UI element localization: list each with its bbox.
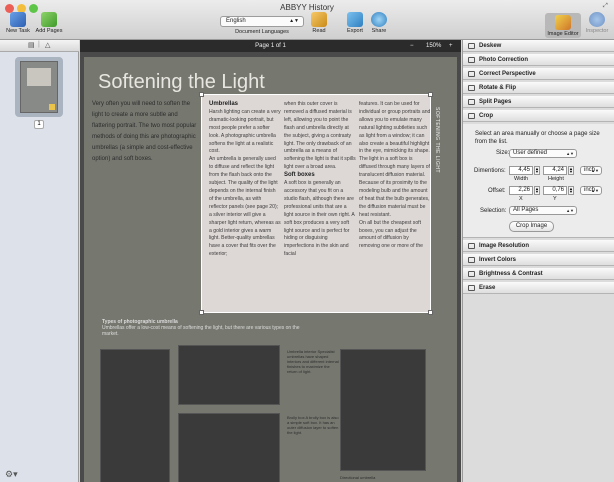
text-column-3: features. It can be used for individual … <box>359 101 431 250</box>
crop-icon <box>468 113 475 119</box>
language-select[interactable]: English ▲▼ <box>220 16 304 27</box>
read-icon <box>311 12 327 27</box>
gear-icon[interactable]: ⚙▾ <box>5 469 18 480</box>
width-stepper[interactable]: ▲ ▼ <box>534 166 540 175</box>
page-list-icon[interactable]: ▤ <box>28 41 35 49</box>
height-field[interactable]: 4,24 <box>543 166 567 175</box>
page-thumbnails-pane: ▤ | △ 1 ⚙▾ <box>0 40 79 482</box>
umbrella-photo-4 <box>340 349 426 471</box>
page-number-label: 1 <box>34 120 44 129</box>
crop-panel: Select an area manually or choose a page… <box>463 124 614 238</box>
text-column-1: Umbrellas Harsh lighting can create a ve… <box>209 101 281 258</box>
section-image-resolution[interactable]: Image Resolution <box>463 240 614 252</box>
invert-icon <box>468 257 475 263</box>
info-icon <box>589 12 605 27</box>
image-editor-icon <box>555 15 571 30</box>
offset-y-stepper[interactable]: ▲ ▼ <box>568 186 574 195</box>
dimension-unit-select[interactable]: inch ▲▼ <box>580 166 602 175</box>
crop-selection[interactable]: Umbrellas Harsh lighting can create a ve… <box>199 92 433 315</box>
export-icon <box>347 12 363 27</box>
crop-description: Select an area manually or choose a page… <box>475 131 600 145</box>
section-split-pages[interactable]: Split Pages <box>463 96 614 108</box>
page-indicator: Page 1 of 1 <box>255 43 286 49</box>
window-title: ABBYY History <box>280 3 334 12</box>
split-pages-icon <box>468 99 475 105</box>
lower-section: Types of photographic umbrella Umbrellas… <box>102 319 300 337</box>
crop-handle-top-left[interactable] <box>199 92 204 97</box>
photo-correction-icon <box>468 57 475 63</box>
height-stepper[interactable]: ▲ ▼ <box>568 166 574 175</box>
intro-text: Very often you will need to soften the l… <box>92 101 197 162</box>
page-heading: Softening the Light <box>98 71 265 93</box>
section-deskew[interactable]: Deskew <box>463 40 614 52</box>
chevron-down-icon: ▲▼ <box>566 208 574 213</box>
crop-handle-top-right[interactable] <box>428 92 433 97</box>
warnings-icon[interactable]: △ <box>45 41 50 49</box>
section-erase[interactable]: Erase <box>463 282 614 294</box>
section-correct-perspective[interactable]: Correct Perspective <box>463 68 614 80</box>
share-button[interactable]: Share <box>368 12 390 34</box>
perspective-icon <box>468 71 475 77</box>
caption-directional: Directional umbrella <box>340 475 376 480</box>
chevron-down-icon: ▲▼ <box>289 18 299 24</box>
globe-icon <box>371 12 387 27</box>
eraser-icon <box>468 285 475 291</box>
image-editor-button[interactable]: Image Editor <box>545 13 581 38</box>
section-photo-correction[interactable]: Photo Correction <box>463 54 614 66</box>
chevron-down-icon: ▲▼ <box>566 151 574 156</box>
caption-brolly-box: Brolly box A brolly box is also a simple… <box>287 415 339 435</box>
section-invert-colors[interactable]: Invert Colors <box>463 254 614 266</box>
add-pages-icon <box>41 12 57 27</box>
zoom-out-button[interactable]: − <box>410 40 414 52</box>
app-window: ABBYY History ⤢ New Task Add Pages Engli… <box>0 0 614 482</box>
offset-y-field[interactable]: 0,76 <box>543 186 567 195</box>
page-thumbnail[interactable] <box>20 61 58 113</box>
selection-select[interactable]: All Pages ▲▼ <box>509 206 577 215</box>
deskew-icon <box>468 43 475 49</box>
resolution-icon <box>468 243 475 249</box>
size-select[interactable]: User defined ▲▼ <box>509 149 577 158</box>
offset-x-field[interactable]: 2,26 <box>509 186 533 195</box>
image-editor-panel: Deskew Photo Correction Correct Perspect… <box>462 40 614 482</box>
page-image[interactable]: Softening the Light Very often you will … <box>84 57 457 482</box>
crop-image-button[interactable]: Crop Image <box>509 221 554 232</box>
width-field[interactable]: 4,45 <box>509 166 533 175</box>
umbrella-photo-1 <box>100 349 170 482</box>
thumbnail-view-tabs: ▤ | △ <box>0 40 79 52</box>
add-pages-button[interactable]: Add Pages <box>33 12 65 34</box>
section-rotate-flip[interactable]: Rotate & Flip <box>463 82 614 94</box>
offset-x-stepper[interactable]: ▲ ▼ <box>534 186 540 195</box>
crop-handle-bottom-left[interactable] <box>199 310 204 315</box>
document-view: Softening the Light Very often you will … <box>80 52 461 482</box>
section-brightness-contrast[interactable]: Brightness & Contrast <box>463 268 614 280</box>
page-status-icon <box>49 104 55 110</box>
zoom-in-button[interactable]: + <box>449 40 453 52</box>
new-task-icon <box>10 12 26 27</box>
zoom-level[interactable]: 150% <box>426 40 441 52</box>
export-button[interactable]: Export <box>343 12 367 34</box>
inspector-button[interactable]: Inspector <box>583 12 611 34</box>
vertical-label: SOFTENING THE LIGHT <box>434 107 440 174</box>
section-crop[interactable]: Crop <box>463 110 614 122</box>
brightness-icon <box>468 271 475 277</box>
rotate-icon <box>468 85 475 91</box>
crop-handle-bottom-right[interactable] <box>428 310 433 315</box>
new-task-button[interactable]: New Task <box>3 12 33 34</box>
text-column-2: when this outer cover is removed a diffu… <box>284 101 356 258</box>
title-bar: ABBYY History ⤢ New Task Add Pages Engli… <box>0 0 614 40</box>
offset-unit-select[interactable]: inch ▲▼ <box>580 186 602 195</box>
language-caption: Document Languages <box>235 29 289 35</box>
document-toolbar: Page 1 of 1 − 150% + <box>80 40 461 52</box>
read-button[interactable]: Read <box>308 12 330 34</box>
caption-umbrella-interior: Umbrella interior Specialist umbrellas h… <box>287 349 339 374</box>
umbrella-photo-3 <box>178 413 280 482</box>
umbrella-photo-2 <box>178 345 280 405</box>
fullscreen-icon[interactable]: ⤢ <box>603 3 608 10</box>
